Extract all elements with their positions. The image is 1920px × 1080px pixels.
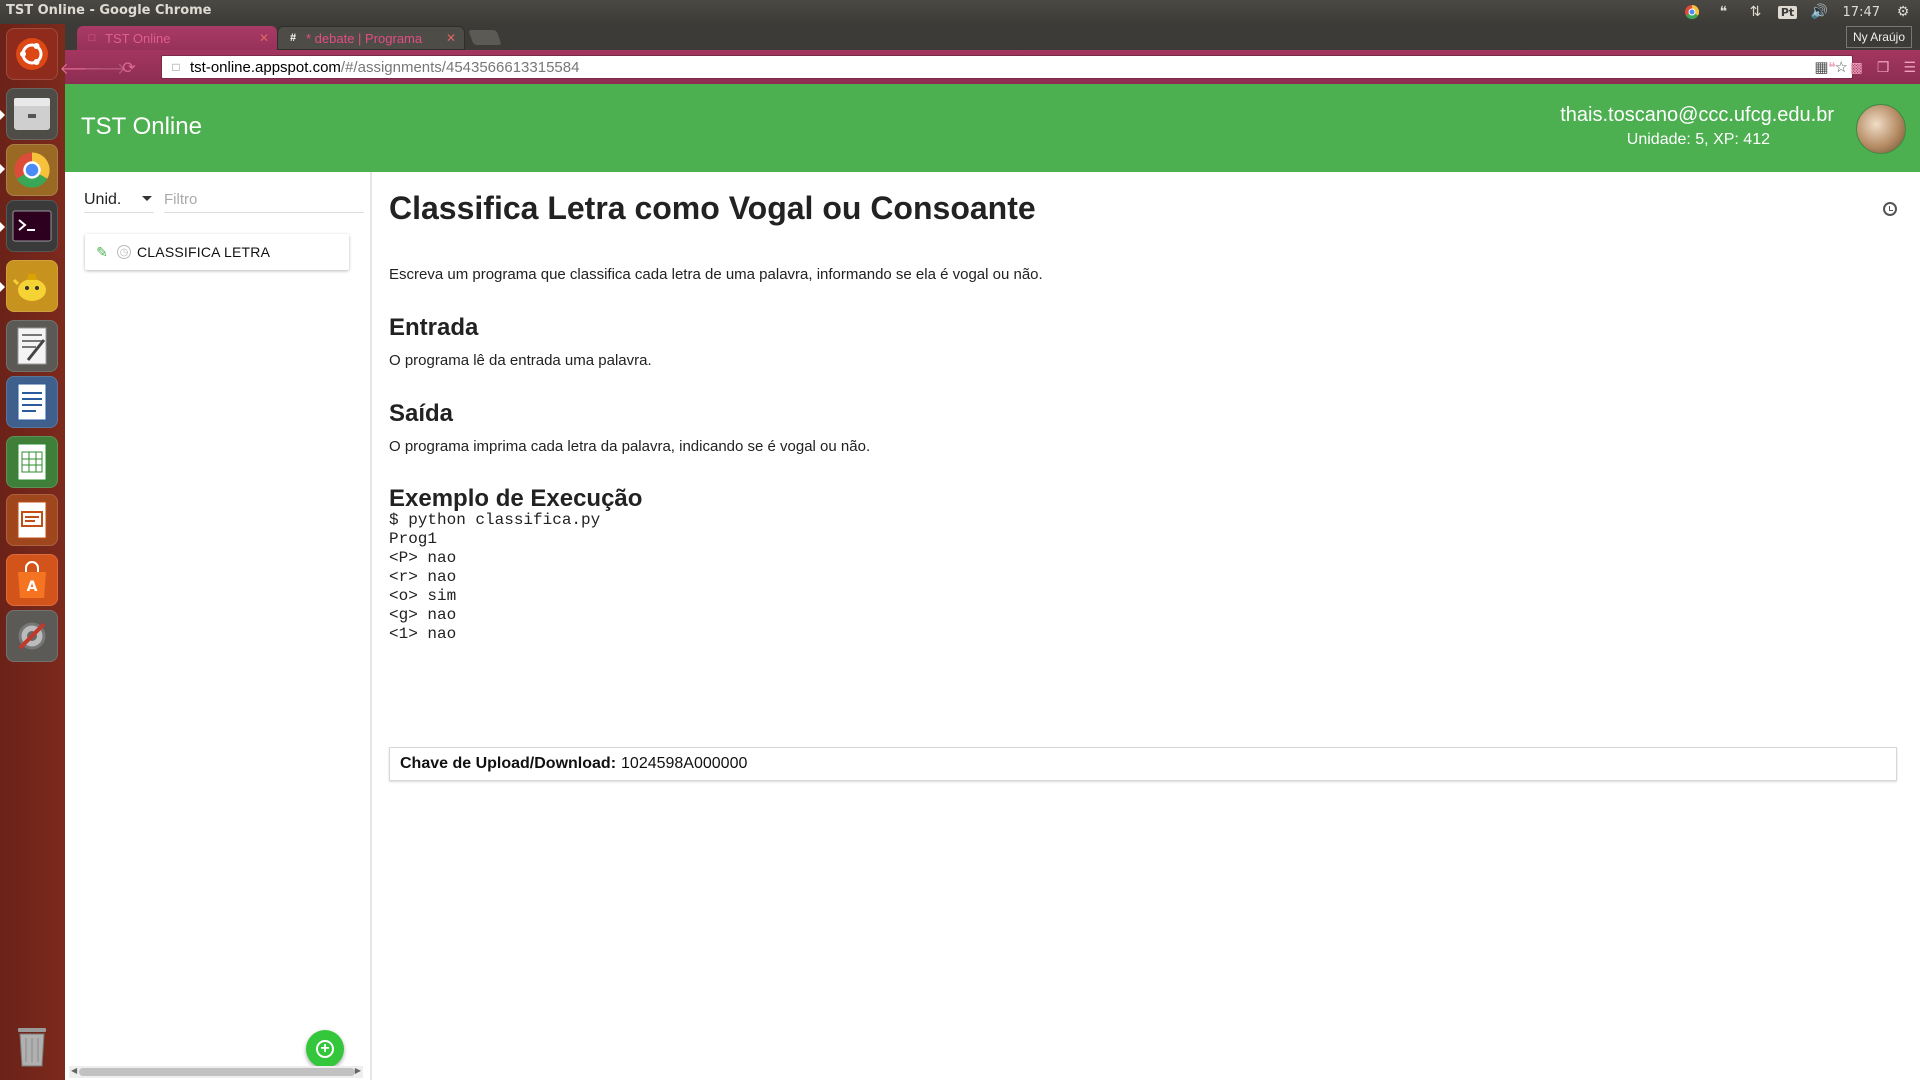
avatar[interactable] <box>1856 104 1906 154</box>
keyboard-layout-icon[interactable]: Pt <box>1777 3 1798 21</box>
tab-debate[interactable]: # * debate | Programa ✕ <box>277 26 465 50</box>
tab-tst-online[interactable]: □ TST Online ✕ <box>77 26 277 50</box>
chrome-icon[interactable] <box>6 144 58 196</box>
extension-icons: ❝ ▩ ❐ ☰ <box>1828 59 1916 76</box>
translate-icon[interactable]: ▦ <box>1814 58 1828 76</box>
clock-icon: ◷ <box>117 245 131 259</box>
output-heading: Saída <box>389 400 454 427</box>
chrome-running-indicator <box>0 164 5 174</box>
extension-chat-icon[interactable]: ❝ <box>1828 59 1836 76</box>
top-panel: TST Online - Google Chrome ❝ ⇅ Pt 🔊 17:4… <box>0 0 1920 24</box>
chrome-indicator-icon[interactable] <box>1683 3 1701 21</box>
add-assignment-button[interactable]: + <box>306 1030 344 1068</box>
profile-badge[interactable]: Ny Araújo <box>1845 26 1912 48</box>
files-running-indicator <box>0 110 5 120</box>
assignment-description: Escreva um programa que classifica cada … <box>389 266 1043 283</box>
calc-icon[interactable] <box>6 436 58 488</box>
scroll-left-icon[interactable]: ◀ <box>71 1066 77 1075</box>
url-host: tst-online.appspot.com <box>190 58 341 76</box>
scroll-right-icon[interactable]: ▶ <box>355 1066 361 1075</box>
pencil-icon: ✎ <box>96 243 108 260</box>
unit-select-value: Unid. <box>84 191 122 208</box>
assignment-label: CLASSIFICA LETRA <box>137 244 271 260</box>
terminal-running-indicator <box>0 222 5 232</box>
new-tab-button[interactable] <box>468 30 502 45</box>
extension-puzzle-icon[interactable]: ▩ <box>1850 59 1863 76</box>
upload-key-label: Chave de Upload/Download: <box>400 755 617 772</box>
tst-app: TST Online thais.toscano@ccc.ufcg.edu.br… <box>65 84 1920 1080</box>
system-settings-icon[interactable] <box>6 610 58 662</box>
app-title[interactable]: TST Online <box>81 113 202 141</box>
output-text: O programa imprima cada letra da palavra… <box>389 438 871 455</box>
chrome-menu-icon[interactable]: ☰ <box>1903 59 1916 76</box>
browser-toolbar: 🡐 🡒 ⟳ □ tst-online.appspot.com/#/assignm… <box>60 50 1920 84</box>
writer-icon[interactable] <box>6 376 58 428</box>
horizontal-scrollbar[interactable]: ◀ ▶ <box>69 1066 363 1078</box>
tab-close-icon[interactable]: ✕ <box>259 31 269 45</box>
user-email: thais.toscano@ccc.ufcg.edu.br <box>1560 104 1834 126</box>
tab-label: TST Online <box>105 30 171 46</box>
trash-icon[interactable] <box>6 1020 58 1072</box>
input-heading: Entrada <box>389 314 479 341</box>
tab-label: * debate | Programa <box>306 30 423 46</box>
dash-home-icon[interactable] <box>6 28 58 80</box>
reload-icon[interactable]: ⟳ <box>119 58 139 78</box>
caret-down-icon <box>142 196 152 201</box>
input-text: O programa lê da entrada uma palavra. <box>389 352 652 369</box>
plus-icon: + <box>316 1040 334 1058</box>
forward-icon[interactable]: 🡒 <box>84 58 127 78</box>
hash-favicon-icon: # <box>289 32 297 44</box>
clock[interactable]: 17:47 <box>1843 5 1880 20</box>
upload-key-box: Chave de Upload/Download: 1024598A000000 <box>389 747 1897 781</box>
assignment-content: Classifica Letra como Vogal ou Consoante… <box>389 172 1903 1080</box>
software-center-icon[interactable]: A <box>6 554 58 606</box>
example-code: $ python classifica.py Prog1 <P> nao <r>… <box>389 511 601 643</box>
text-editor-icon[interactable] <box>6 320 58 372</box>
browser-window: □ TST Online ✕ # * debate | Programa ✕ N… <box>60 24 1920 1080</box>
page-favicon-icon: □ <box>88 32 96 44</box>
messaging-indicator-icon[interactable]: ❝ <box>1715 3 1733 21</box>
example-heading: Exemplo de Execução <box>389 485 643 512</box>
teapot-running-indicator <box>0 282 5 292</box>
assignment-title: Classifica Letra como Vogal ou Consoante <box>389 190 1036 226</box>
impress-icon[interactable] <box>6 494 58 546</box>
svg-text:A: A <box>27 579 38 595</box>
tab-close-icon[interactable]: ✕ <box>446 31 456 45</box>
upload-key-value: 1024598A000000 <box>621 755 748 772</box>
tab-strip: □ TST Online ✕ # * debate | Programa ✕ N… <box>65 24 1920 50</box>
teapot-app-icon[interactable] <box>6 260 58 312</box>
url-path: /#/assignments/4543566613315584 <box>340 58 580 76</box>
app-bar: TST Online thais.toscano@ccc.ufcg.edu.br… <box>65 84 1920 172</box>
session-gear-icon[interactable]: ⚙ <box>1894 3 1912 21</box>
extension-copy-icon[interactable]: ❐ <box>1877 59 1890 76</box>
assignments-sidebar: Unid. ✎ ◷ CLASSIFICA LETRA + ◀ ▶ <box>65 172 372 1080</box>
launcher: A <box>0 24 66 1080</box>
window-title: TST Online - Google Chrome <box>6 3 212 18</box>
history-clock-icon[interactable] <box>1883 202 1897 216</box>
assignment-item[interactable]: ✎ ◷ CLASSIFICA LETRA <box>85 234 349 270</box>
terminal-icon[interactable] <box>6 200 58 252</box>
scrollbar-thumb[interactable] <box>79 1068 355 1076</box>
unit-select[interactable]: Unid. <box>84 188 154 213</box>
address-bar[interactable]: □ tst-online.appspot.com/#/assignments/4… <box>161 55 1853 79</box>
filter-input[interactable] <box>164 186 364 213</box>
user-stats: Unidade: 5, XP: 412 <box>1626 131 1770 148</box>
page-info-icon[interactable]: □ <box>168 59 184 75</box>
panel-indicators: ❝ ⇅ Pt 🔊 17:47 ⚙ <box>1683 0 1920 24</box>
volume-icon[interactable]: 🔊 <box>1811 3 1829 21</box>
files-icon[interactable] <box>6 88 58 140</box>
network-indicator-icon[interactable]: ⇅ <box>1747 3 1765 21</box>
